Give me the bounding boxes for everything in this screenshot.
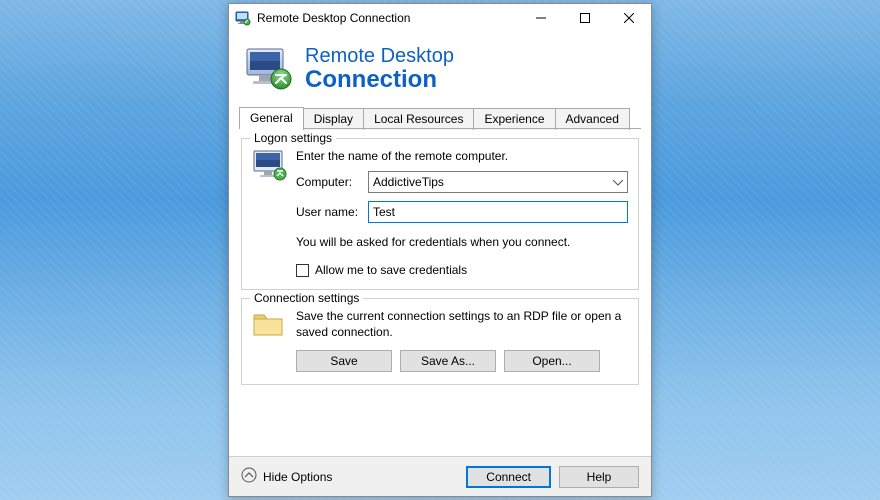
connection-settings-group: Connection settings Save the current con… — [241, 298, 639, 385]
titlebar: Remote Desktop Connection — [229, 4, 651, 32]
hide-options-button[interactable]: Hide Options — [241, 467, 332, 486]
tab-display[interactable]: Display — [303, 108, 364, 130]
credentials-hint: You will be asked for credentials when y… — [296, 235, 628, 249]
connection-description: Save the current connection settings to … — [296, 309, 628, 340]
username-label: User name: — [296, 205, 368, 219]
rdc-title-icon — [235, 10, 251, 26]
username-value: Test — [373, 205, 395, 219]
banner-text: Remote Desktop Connection — [305, 46, 454, 92]
logon-instruction: Enter the name of the remote computer. — [296, 149, 628, 163]
save-credentials-label: Allow me to save credentials — [315, 263, 467, 277]
general-panel: Logon settings Enter the name of the rem… — [229, 130, 651, 403]
chevron-up-circle-icon — [241, 467, 257, 486]
banner-line2: Connection — [305, 67, 454, 92]
save-as-button[interactable]: Save As... — [400, 350, 496, 372]
logon-settings-group: Logon settings Enter the name of the rem… — [241, 138, 639, 290]
username-input[interactable]: Test — [368, 201, 628, 223]
banner: Remote Desktop Connection — [229, 32, 651, 100]
folder-icon — [252, 309, 288, 342]
window-controls — [519, 4, 651, 32]
help-button[interactable]: Help — [559, 466, 639, 488]
footer: Hide Options Connect Help — [229, 456, 651, 496]
banner-line1: Remote Desktop — [305, 46, 454, 67]
connection-legend: Connection settings — [250, 291, 363, 305]
maximize-button[interactable] — [563, 4, 607, 32]
close-button[interactable] — [607, 4, 651, 32]
tab-strip: General Display Local Resources Experien… — [229, 106, 651, 129]
computer-value: AddictiveTips — [373, 175, 444, 189]
tab-general[interactable]: General — [239, 107, 304, 129]
computer-label: Computer: — [296, 175, 368, 189]
connect-button[interactable]: Connect — [466, 466, 551, 488]
hide-options-label: Hide Options — [263, 470, 332, 484]
save-button[interactable]: Save — [296, 350, 392, 372]
tab-advanced[interactable]: Advanced — [555, 108, 630, 130]
title-text: Remote Desktop Connection — [257, 11, 410, 25]
open-button[interactable]: Open... — [504, 350, 600, 372]
rdc-banner-icon — [243, 45, 295, 93]
logon-legend: Logon settings — [250, 131, 336, 145]
chevron-down-icon — [613, 175, 623, 189]
computer-combobox[interactable]: AddictiveTips — [368, 171, 628, 193]
minimize-button[interactable] — [519, 4, 563, 32]
rdc-window: Remote Desktop Connection — [228, 3, 652, 497]
tab-experience[interactable]: Experience — [473, 108, 555, 130]
monitor-icon — [252, 149, 288, 186]
save-credentials-checkbox[interactable] — [296, 264, 309, 277]
tab-local-resources[interactable]: Local Resources — [363, 108, 474, 130]
